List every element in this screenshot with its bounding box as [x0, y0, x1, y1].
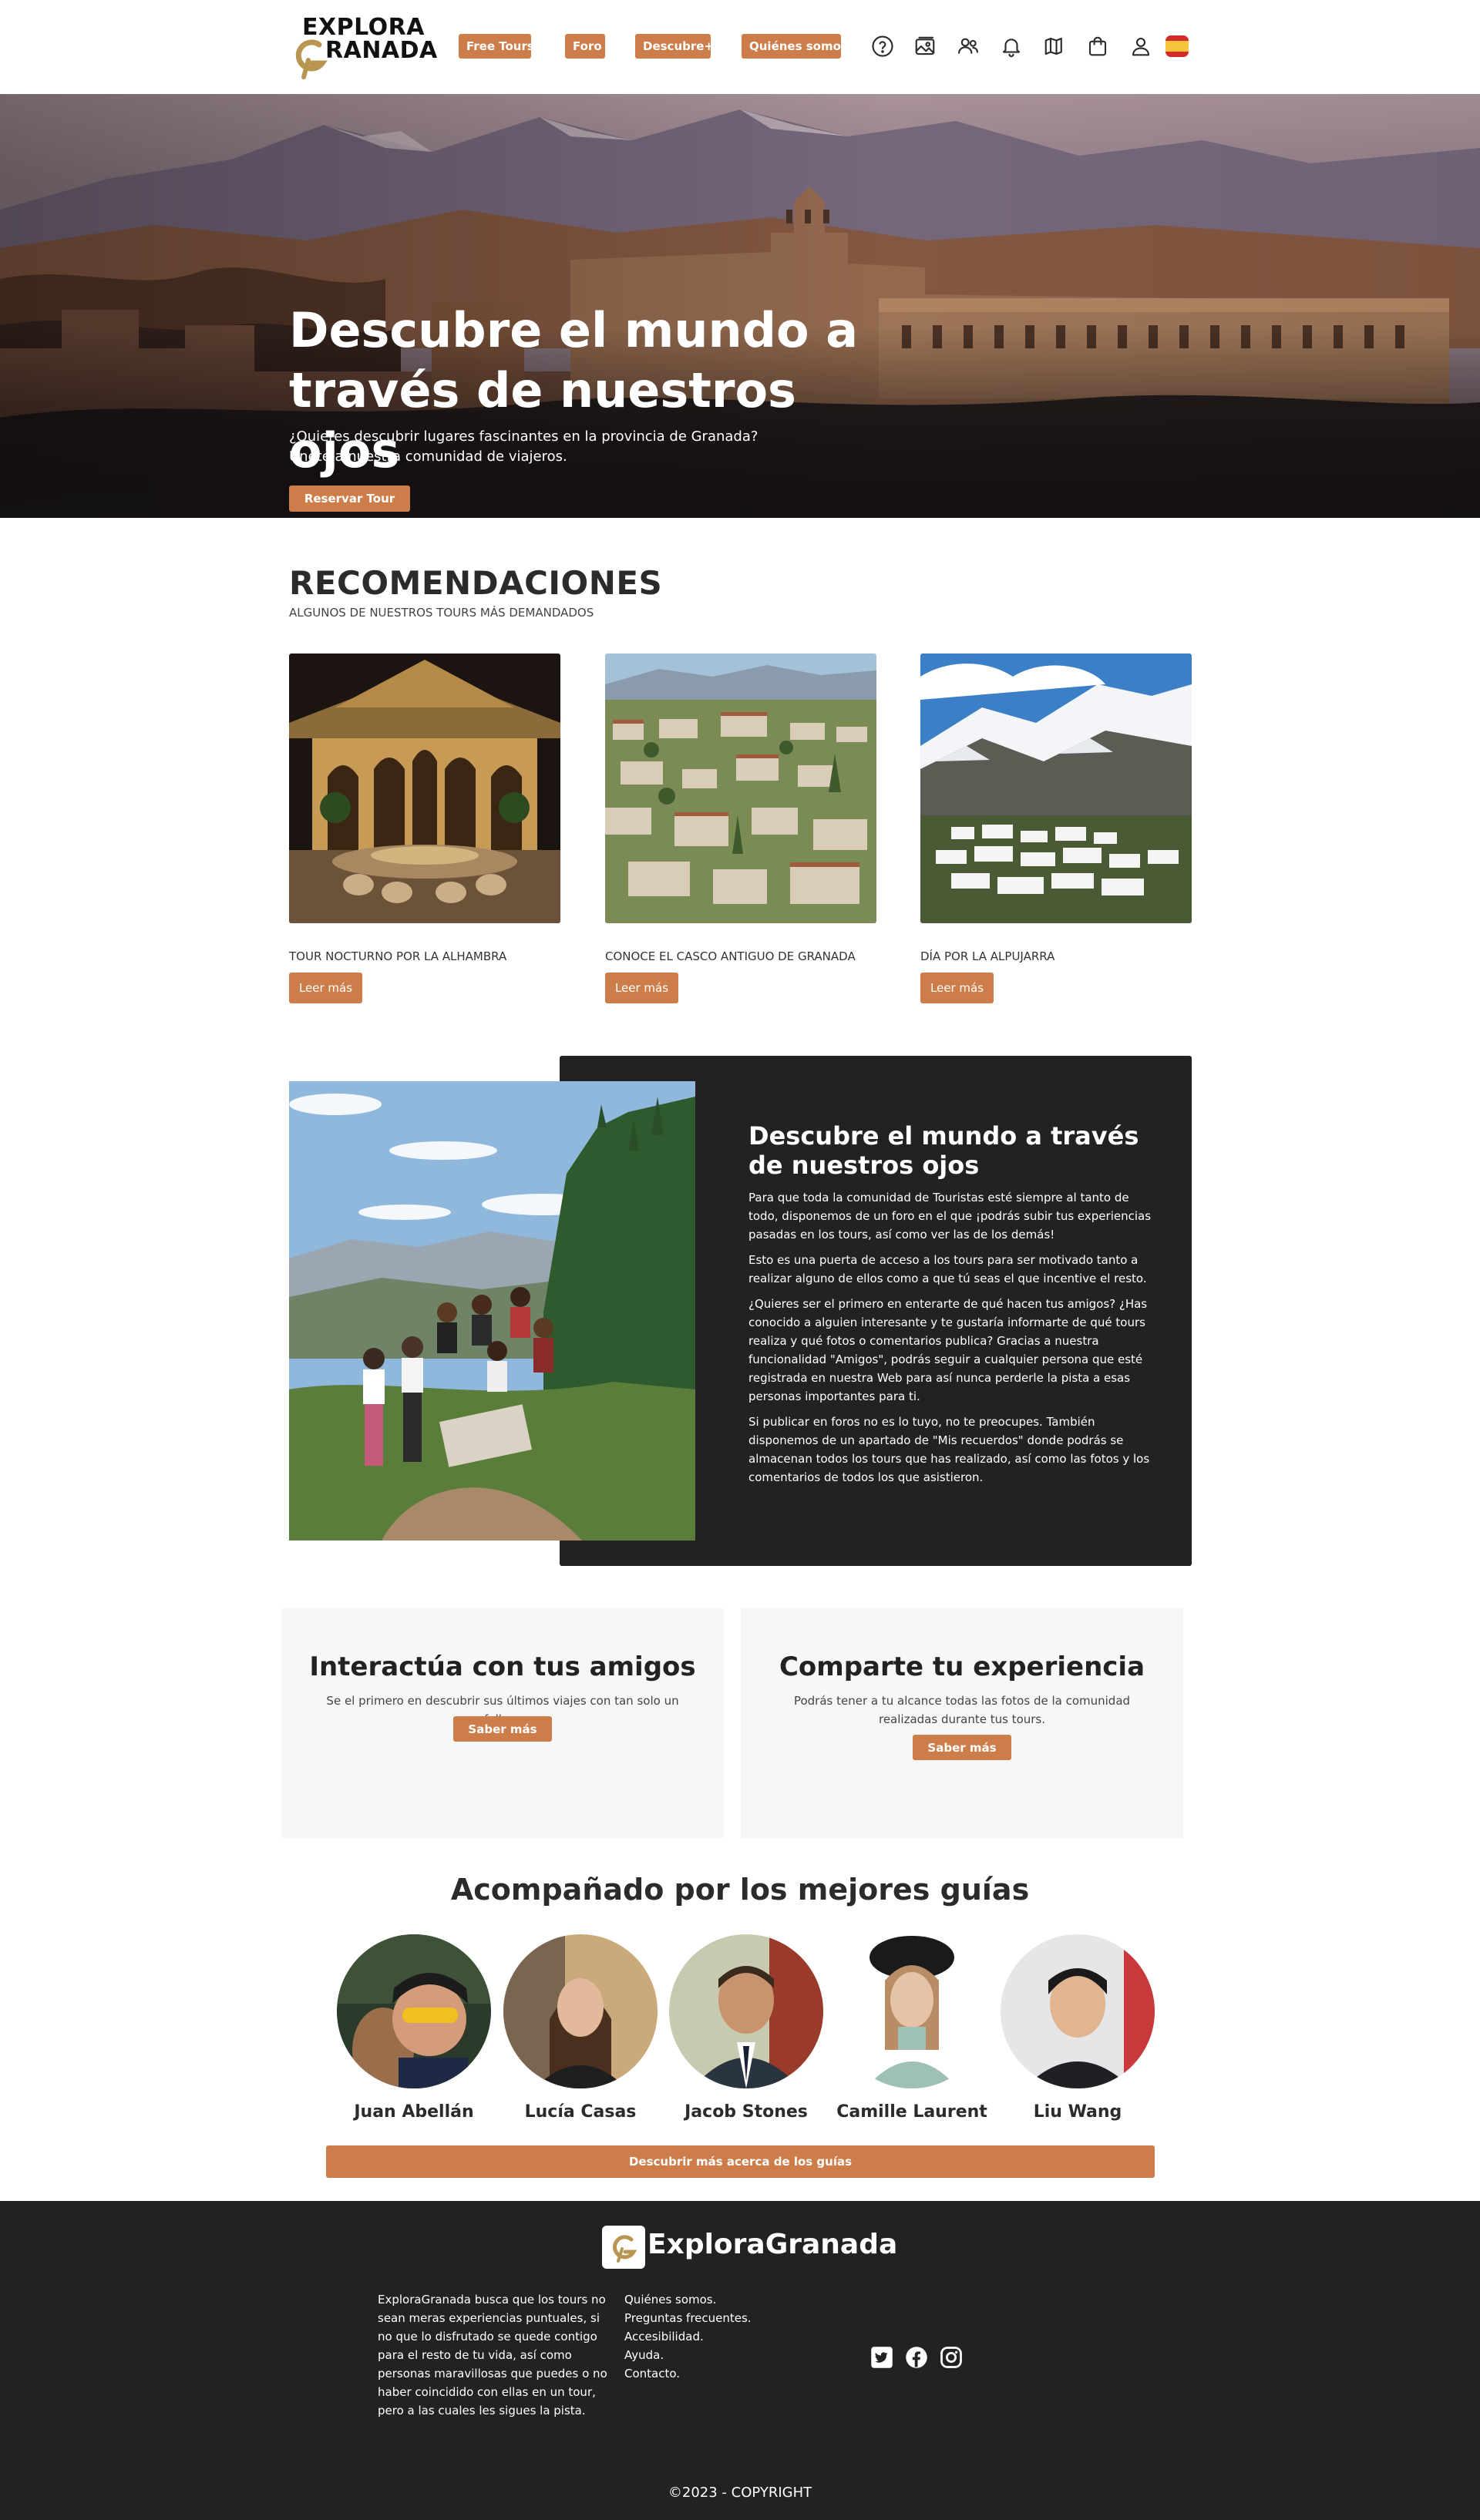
- guide-avatar-juan[interactable]: [337, 1934, 491, 2088]
- info-card-experience: Comparte tu experiencia Podrás tener a t…: [741, 1608, 1183, 1838]
- footer-link-contacto[interactable]: Contacto.: [624, 2364, 752, 2383]
- tour-label: DÍA POR LA ALPUJARRA: [920, 949, 1055, 963]
- leer-mas-button[interactable]: Leer más: [605, 973, 678, 1003]
- footer-link-quienes-somos[interactable]: Quiénes somos.: [624, 2290, 752, 2309]
- instagram-icon[interactable]: [938, 2344, 964, 2370]
- guide-avatar-liu[interactable]: [1001, 1934, 1155, 2088]
- facebook-icon[interactable]: [903, 2344, 930, 2370]
- guide-name: Camille Laurent: [836, 2102, 987, 2122]
- guide-name: Juan Abellán: [354, 2102, 474, 2122]
- footer-brand: ExploraGranada: [648, 2229, 898, 2260]
- guide-name: Liu Wang: [1033, 2102, 1122, 2122]
- feature-title: Descubre el mundo a través de nuestros o…: [748, 1121, 1139, 1180]
- tour-image-casco-antiguo[interactable]: [605, 654, 876, 923]
- feature-paragraph: Esto es una puerta de acceso a los tours…: [748, 1253, 1147, 1285]
- guide-name: Lucía Casas: [524, 2102, 637, 2122]
- info-card-friends: Interactúa con tus amigos Se el primero …: [281, 1608, 724, 1838]
- guide-avatar-lucia[interactable]: [503, 1934, 658, 2088]
- site-footer: ExploraGranada ExploraGranada busca que …: [0, 2201, 1480, 2520]
- footer-copyright: ©2023 - COPYRIGHT: [668, 2485, 812, 2501]
- nav-descubre[interactable]: Descubre+: [635, 34, 714, 59]
- logo-text-line2: RANADA: [325, 37, 438, 64]
- help-icon[interactable]: [869, 32, 896, 60]
- guides-title: Acompañado por los mejores guías: [450, 1873, 1030, 1907]
- hero-subtitle-line1: ¿Quieres descubrir lugares fascinantes e…: [289, 428, 758, 445]
- feature-paragraph: ¿Quieres ser el primero en enterarte de …: [748, 1297, 1148, 1403]
- info-card-title: Comparte tu experiencia: [779, 1651, 1145, 1682]
- gallery-icon[interactable]: [911, 32, 939, 60]
- nav-free-tours[interactable]: Free Tours: [459, 34, 534, 59]
- guide-name: Jacob Stones: [684, 2102, 808, 2122]
- hero-banner: Descubre el mundo a través de nuestros o…: [0, 94, 1480, 518]
- footer-logo-icon: [602, 2226, 645, 2269]
- recommendations-title: RECOMENDACIONES: [289, 564, 663, 602]
- reservar-tour-button[interactable]: Reservar Tour: [289, 486, 410, 512]
- feature-body: Para que toda la comunidad de Touristas …: [748, 1188, 1157, 1494]
- saber-mas-button[interactable]: Saber más: [913, 1735, 1011, 1760]
- feature-paragraph: Para que toda la comunidad de Touristas …: [748, 1191, 1152, 1242]
- friends-icon[interactable]: [954, 32, 982, 60]
- leer-mas-button[interactable]: Leer más: [920, 973, 994, 1003]
- nav-quienes-somos[interactable]: Quiénes somos: [742, 34, 848, 59]
- tour-image-alhambra-night[interactable]: [289, 654, 560, 923]
- guide-avatar-jacob[interactable]: [669, 1934, 823, 2088]
- spain-flag-icon[interactable]: [1166, 35, 1189, 57]
- tour-image-alpujarra[interactable]: [920, 654, 1192, 923]
- shopping-bag-icon[interactable]: [1084, 32, 1112, 60]
- feature-paragraph: Si publicar en foros no es lo tuyo, no t…: [748, 1415, 1150, 1484]
- info-card-title: Interactúa con tus amigos: [309, 1651, 696, 1682]
- logo[interactable]: EXPLORA RANADA: [293, 14, 438, 80]
- discover-guides-button[interactable]: Descubrir más acerca de los guías: [326, 2145, 1155, 2178]
- footer-about: ExploraGranada busca que los tours no se…: [378, 2293, 607, 2418]
- footer-link-accesibilidad[interactable]: Accesibilidad.: [624, 2327, 752, 2346]
- guide-avatar-camille[interactable]: [835, 1934, 989, 2088]
- nav-foro[interactable]: Foro: [565, 34, 605, 59]
- saber-mas-button[interactable]: Saber más: [453, 1716, 552, 1742]
- tour-label: CONOCE EL CASCO ANTIGUO DE GRANADA: [605, 949, 856, 963]
- tour-label: TOUR NOCTURNO POR LA ALHAMBRA: [289, 949, 507, 963]
- hero-subtitle-line2: Únete a nuestra comunidad de viajeros.: [289, 449, 567, 465]
- map-icon[interactable]: [1041, 32, 1068, 60]
- footer-link-ayuda[interactable]: Ayuda.: [624, 2346, 752, 2364]
- user-icon[interactable]: [1127, 32, 1155, 60]
- logo-g-mark-icon: [295, 39, 328, 79]
- friends-mountain-photo: [289, 1081, 695, 1541]
- hero-subtitle: ¿Quieres descubrir lugares fascinantes e…: [289, 427, 875, 467]
- info-card-body: Podrás tener a tu alcance todas las foto…: [793, 1694, 1131, 1726]
- recommendations-subtitle: ALGUNOS DE NUESTROS TOURS MÁS DEMANDADOS: [289, 606, 594, 620]
- footer-links: Quiénes somos. Preguntas frecuentes. Acc…: [624, 2290, 752, 2383]
- bell-icon[interactable]: [997, 32, 1025, 60]
- site-header: EXPLORA RANADA Free Tours Foro Descubre+…: [0, 0, 1480, 94]
- footer-link-faq[interactable]: Preguntas frecuentes.: [624, 2309, 752, 2327]
- twitter-icon[interactable]: [869, 2344, 895, 2370]
- leer-mas-button[interactable]: Leer más: [289, 973, 362, 1003]
